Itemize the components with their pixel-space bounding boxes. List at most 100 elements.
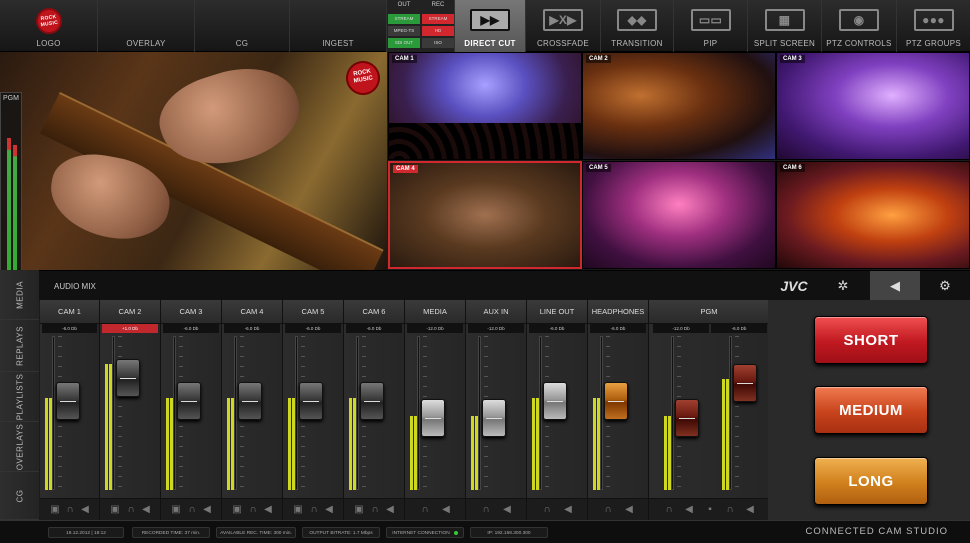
out-mpegts-toggle[interactable]: MPEG-TS bbox=[388, 26, 420, 36]
camera-preview-cam5[interactable]: CAM 5 bbox=[582, 161, 776, 269]
rec-iso-toggle[interactable]: ISO bbox=[422, 38, 454, 48]
overlay-button[interactable]: OVERLAY bbox=[98, 0, 195, 52]
headphones-icon[interactable]: ∩ bbox=[369, 504, 381, 516]
vu-meter-bar bbox=[536, 398, 539, 490]
speaker-icon[interactable]: ◀ bbox=[870, 271, 920, 301]
pgm-level-meter: PGM bbox=[0, 92, 22, 270]
pip-button[interactable]: ▭▭ PIP bbox=[674, 0, 748, 52]
transition-button[interactable]: ◆◆ TRANSITION bbox=[601, 0, 674, 52]
headphones-icon[interactable]: ∩ bbox=[480, 504, 492, 516]
fader-knob[interactable] bbox=[177, 382, 201, 420]
fader-knob[interactable] bbox=[116, 359, 140, 397]
logo-label: LOGO bbox=[36, 39, 61, 48]
headphones-icon[interactable]: ∩ bbox=[186, 504, 198, 516]
fader-knob[interactable] bbox=[238, 382, 262, 420]
headphones-icon[interactable]: ∩ bbox=[541, 504, 553, 516]
split-screen-button[interactable]: ▦ SPLIT SCREEN bbox=[748, 0, 822, 52]
camera-icon[interactable]: ▣ bbox=[109, 504, 121, 516]
logo-button[interactable]: ROCK MUSIC LOGO bbox=[0, 0, 98, 52]
speaker-icon[interactable]: ◀ bbox=[140, 504, 152, 516]
tab-overlays[interactable]: OVERLAYS bbox=[0, 422, 39, 472]
fader-knob[interactable] bbox=[543, 382, 567, 420]
fader-knob[interactable] bbox=[675, 399, 699, 437]
speaker-icon[interactable]: ◀ bbox=[623, 504, 635, 516]
tab-replays[interactable]: REPLAYS bbox=[0, 320, 39, 372]
cg-button[interactable]: CG bbox=[195, 0, 290, 52]
speaker-icon[interactable]: ◀ bbox=[262, 504, 274, 516]
status-available-time: AVAILABLE REC. TIME: 300 min. bbox=[216, 527, 296, 538]
speaker-icon[interactable]: ◀ bbox=[744, 504, 756, 516]
headphones-icon[interactable]: ∩ bbox=[663, 504, 675, 516]
split-screen-label: SPLIT SCREEN bbox=[753, 39, 816, 48]
fader-knob[interactable] bbox=[604, 382, 628, 420]
fader-knob[interactable] bbox=[733, 364, 757, 402]
camera-label: CAM 6 bbox=[780, 164, 805, 172]
crossfade-button[interactable]: ▶X▶ CROSSFADE bbox=[526, 0, 601, 52]
tab-cg[interactable]: CG bbox=[0, 472, 39, 520]
pgm-meter-left-bar bbox=[7, 138, 11, 270]
headphones-icon[interactable]: ∩ bbox=[64, 504, 76, 516]
fader-knob[interactable] bbox=[360, 382, 384, 420]
tab-media[interactable]: MEDIA bbox=[0, 270, 39, 320]
camera-preview-cam4[interactable]: CAM 4 bbox=[388, 161, 582, 269]
fader-knob[interactable] bbox=[56, 382, 80, 420]
camera-icon[interactable]: ▣ bbox=[353, 504, 365, 516]
camera-icon[interactable]: ▣ bbox=[231, 504, 243, 516]
jvc-logo-button[interactable]: JVC bbox=[772, 271, 816, 301]
tab-playlists[interactable]: PLAYLISTS bbox=[0, 372, 39, 422]
speaker-icon[interactable]: ◀ bbox=[201, 504, 213, 516]
camera-label: CAM 2 bbox=[586, 55, 611, 63]
ptz-camera-icon: ◉ bbox=[839, 9, 879, 31]
headphones-icon[interactable]: ∩ bbox=[308, 504, 320, 516]
headphones-icon[interactable]: ∩ bbox=[724, 504, 736, 516]
fader-knob[interactable] bbox=[482, 399, 506, 437]
speaker-icon[interactable]: ◀ bbox=[501, 504, 513, 516]
ptz-groups-label: PTZ GROUPS bbox=[905, 39, 961, 48]
program-monitor: ROCK MUSIC PGM bbox=[0, 52, 387, 270]
ptz-controls-button[interactable]: ◉ PTZ CONTROLS bbox=[822, 0, 897, 52]
tab-media-label: MEDIA bbox=[15, 280, 24, 309]
vu-meter-bar bbox=[231, 398, 234, 490]
speaker-icon[interactable]: ◀ bbox=[79, 504, 91, 516]
headphones-icon[interactable]: ∩ bbox=[602, 504, 614, 516]
channel-db-readout: -6.0 Db bbox=[224, 324, 280, 333]
rec-stream-toggle[interactable]: STREAM bbox=[422, 14, 454, 24]
direct-cut-button[interactable]: ▶▶ DIRECT CUT bbox=[455, 0, 526, 52]
ptz-groups-button[interactable]: ●●● PTZ GROUPS bbox=[897, 0, 970, 52]
gear-icon[interactable]: ✲ bbox=[826, 271, 860, 301]
settings-gear-icon[interactable]: ⚙ bbox=[928, 271, 962, 301]
out-sdi-toggle[interactable]: SDI OUT bbox=[388, 38, 420, 48]
speaker-icon[interactable]: ◀ bbox=[683, 504, 695, 516]
headphones-icon[interactable]: ∩ bbox=[125, 504, 137, 516]
medium-replay-button[interactable]: MEDIUM bbox=[814, 386, 928, 434]
transition-icon: ◆◆ bbox=[617, 9, 657, 31]
speaker-icon[interactable]: ◀ bbox=[323, 504, 335, 516]
speaker-icon[interactable]: ◀ bbox=[384, 504, 396, 516]
channel-footer: ∩ ◀ bbox=[466, 498, 526, 520]
camera-icon[interactable]: ▣ bbox=[292, 504, 304, 516]
camera-icon[interactable]: ▣ bbox=[49, 504, 61, 516]
channel-db-readout: -6.0 Db bbox=[42, 324, 97, 333]
direct-cut-label: DIRECT CUT bbox=[464, 39, 516, 48]
headphones-icon[interactable]: ∩ bbox=[419, 504, 431, 516]
channel-strip: CAM 5 -6.0 Db ▣ ∩ ◀ bbox=[283, 300, 344, 520]
camera-preview-cam2[interactable]: CAM 2 bbox=[582, 52, 776, 160]
rec-hd-toggle[interactable]: HD bbox=[422, 26, 454, 36]
long-replay-button[interactable]: LONG bbox=[814, 457, 928, 505]
speaker-icon[interactable]: ◀ bbox=[562, 504, 574, 516]
camera-preview-cam3[interactable]: CAM 3 bbox=[776, 52, 970, 160]
lock-icon[interactable]: ▪ bbox=[704, 504, 716, 516]
ingest-button[interactable]: INGEST bbox=[290, 0, 387, 52]
pip-icon: ▭▭ bbox=[690, 9, 731, 31]
headphones-icon[interactable]: ∩ bbox=[247, 504, 259, 516]
camera-icon[interactable]: ▣ bbox=[170, 504, 182, 516]
short-replay-button[interactable]: SHORT bbox=[814, 316, 928, 364]
channel-name: HEADPHONES bbox=[588, 300, 648, 324]
fader-knob[interactable] bbox=[421, 399, 445, 437]
speaker-icon[interactable]: ◀ bbox=[440, 504, 452, 516]
fader-knob[interactable] bbox=[299, 382, 323, 420]
camera-preview-cam1[interactable]: CAM 1 bbox=[388, 52, 582, 160]
out-stream-toggle[interactable]: STREAM bbox=[388, 14, 420, 24]
camera-preview-cam6[interactable]: CAM 6 bbox=[776, 161, 970, 269]
channel-strip: LINE OUT -6.0 Db ∩ ◀ bbox=[527, 300, 588, 520]
